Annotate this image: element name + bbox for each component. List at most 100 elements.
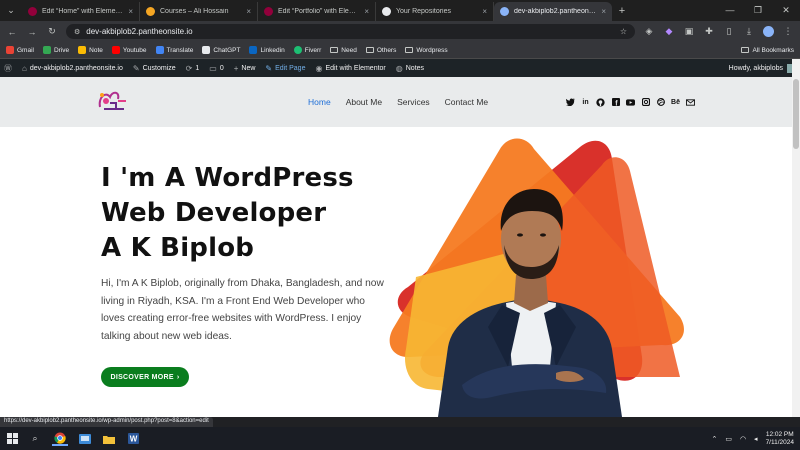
chatgpt-icon (202, 46, 211, 54)
scrollbar-thumb[interactable] (793, 79, 799, 149)
new-tab-button[interactable]: + (612, 2, 632, 21)
social-icons: in f Bē (566, 77, 695, 127)
extensions-puzzle-icon[interactable]: ✚ (703, 26, 715, 37)
browser-toolbar: ← → ↻ ⚙ dev-akbiplob2.pantheonsite.io ☆ … (0, 21, 800, 42)
bookmark-translate[interactable]: Translate (155, 46, 194, 54)
folder-icon (405, 47, 414, 53)
wp-edit-elementor[interactable]: ◉ Edit with Elementor (315, 64, 385, 73)
bookmark-folder-others[interactable]: Others (365, 47, 396, 54)
tab-2[interactable]: Edit “Portfolio” with Elementor × (258, 2, 376, 21)
reload-icon[interactable]: ↻ (46, 26, 58, 37)
system-tray: ⌃ ▭ ◠ ◂ 12:02 PM 7/11/2024 (711, 431, 794, 447)
nav-about-me[interactable]: About Me (346, 97, 382, 107)
wifi-icon[interactable]: ◠ (740, 435, 746, 443)
tab-4-active[interactable]: dev-akbiplob2.pantheonsite.io × (494, 2, 612, 21)
nav-home[interactable]: Home (308, 97, 331, 107)
clock-time: 12:02 PM (765, 430, 794, 438)
bookmark-folder-need[interactable]: Need (330, 47, 357, 54)
bookmark-star-icon[interactable]: ☆ (620, 27, 627, 36)
download-icon[interactable]: ⤓ (743, 26, 755, 37)
wp-new[interactable]: + New (234, 64, 256, 73)
bookmark-label: Youtube (122, 46, 147, 54)
wp-notes[interactable]: ◍ Notes (396, 64, 424, 73)
search-icon[interactable]: ⌕ (28, 432, 42, 446)
bookmark-label: Drive (53, 46, 70, 54)
gmail-icon (6, 46, 14, 54)
chevron-right-icon: › (176, 373, 180, 381)
tab-0[interactable]: Edit “Home” with Elementor × (22, 2, 140, 21)
email-icon[interactable] (686, 98, 695, 107)
extension-icon[interactable]: ◈ (643, 26, 655, 37)
maximize-icon[interactable]: ❐ (744, 0, 772, 21)
bookmark-chatgpt[interactable]: ChatGPT (202, 46, 240, 54)
tab-3[interactable]: Your Repositories × (376, 2, 494, 21)
headline-line-3: A K Biplob (101, 233, 255, 263)
wp-edit-page[interactable]: ✎ Edit Page (265, 64, 305, 73)
volume-icon[interactable]: ◂ (754, 435, 758, 443)
bookmark-fiverr[interactable]: Fiverr (293, 46, 321, 54)
nav-services[interactable]: Services (397, 97, 430, 107)
wp-logo-icon[interactable]: Ⓦ (4, 63, 12, 74)
bookmark-drive[interactable]: Drive (42, 46, 70, 54)
headline-line-1: I 'm A WordPress (101, 163, 354, 193)
bookmark-label: Translate (166, 46, 194, 54)
chevron-up-icon[interactable]: ⌃ (711, 435, 717, 443)
bookmark-gmail[interactable]: Gmail (6, 46, 34, 54)
youtube-icon[interactable] (626, 98, 635, 107)
wp-customize[interactable]: ✎ Customize (133, 64, 176, 73)
bookmark-folder-wordpress[interactable]: Wordpress (405, 47, 448, 54)
profile-avatar[interactable] (763, 26, 774, 37)
bookmark-linkedin[interactable]: Linkedin (249, 46, 285, 54)
extension-3-icon[interactable]: ▣ (683, 26, 695, 37)
app-icon[interactable] (78, 432, 92, 446)
address-bar[interactable]: ⚙ dev-akbiplob2.pantheonsite.io ☆ (66, 24, 635, 39)
dribbble-icon[interactable] (656, 98, 665, 107)
tab-1[interactable]: Courses – Ali Hossain × (140, 2, 258, 21)
minimize-icon[interactable]: — (716, 0, 744, 21)
wp-comments[interactable]: ▭ 0 (209, 64, 223, 73)
back-icon[interactable]: ← (6, 27, 18, 37)
chrome-app-icon[interactable] (52, 432, 68, 446)
tab-search-icon[interactable]: ⌄ (0, 0, 22, 21)
facebook-icon[interactable]: f (611, 98, 620, 107)
forward-icon[interactable]: → (26, 27, 38, 37)
instagram-icon[interactable] (641, 98, 650, 107)
svg-text:W: W (129, 435, 137, 444)
side-panel-icon[interactable]: ▯ (723, 26, 735, 37)
bookmark-youtube[interactable]: Youtube (111, 46, 147, 54)
wp-updates-count: 1 (195, 64, 200, 72)
linkedin-icon[interactable]: in (581, 98, 590, 107)
windows-taskbar: ⌕ W ⌃ ▭ ◠ ◂ 12:02 PM 7/11/2024 (0, 427, 800, 450)
folder-icon (741, 47, 750, 53)
close-icon[interactable]: × (482, 7, 487, 16)
nav-contact-me[interactable]: Contact Me (445, 97, 488, 107)
wp-customize-label: Customize (142, 64, 176, 72)
file-explorer-icon[interactable] (102, 432, 116, 446)
site-logo[interactable] (96, 87, 130, 115)
discover-more-button[interactable]: DISCOVER MORE › (101, 367, 189, 387)
page-scrollbar[interactable] (792, 59, 800, 417)
menu-kebab-icon[interactable]: ⋮ (782, 26, 794, 37)
close-icon[interactable]: × (246, 7, 251, 16)
extension-2-icon[interactable]: ◆ (663, 26, 675, 37)
windows-start-icon[interactable] (6, 433, 18, 445)
elementor-favicon-icon (264, 7, 273, 16)
word-icon[interactable]: W (126, 432, 140, 446)
taskbar-clock[interactable]: 12:02 PM 7/11/2024 (766, 431, 794, 447)
network-icon[interactable]: ▭ (725, 435, 732, 443)
site-info-icon[interactable]: ⚙ (74, 28, 80, 36)
github-icon[interactable] (596, 97, 605, 107)
bookmark-note[interactable]: Note (78, 46, 103, 54)
wp-site-link[interactable]: ⌂ dev-akbiplob2.pantheonsite.io (22, 64, 123, 73)
wp-updates[interactable]: ⟳ 1 (186, 64, 200, 73)
clock-date: 7/11/2024 (765, 438, 794, 446)
behance-icon[interactable]: Bē (671, 98, 680, 107)
close-window-icon[interactable]: ✕ (772, 0, 800, 21)
close-icon[interactable]: × (364, 7, 369, 16)
close-icon[interactable]: × (601, 7, 606, 16)
twitter-icon[interactable] (566, 98, 575, 107)
bookmark-label: ChatGPT (213, 46, 241, 54)
close-icon[interactable]: × (128, 7, 133, 16)
all-bookmarks[interactable]: All Bookmarks (741, 47, 794, 54)
wp-howdy[interactable]: Howdy, akbiplobs (729, 63, 796, 73)
